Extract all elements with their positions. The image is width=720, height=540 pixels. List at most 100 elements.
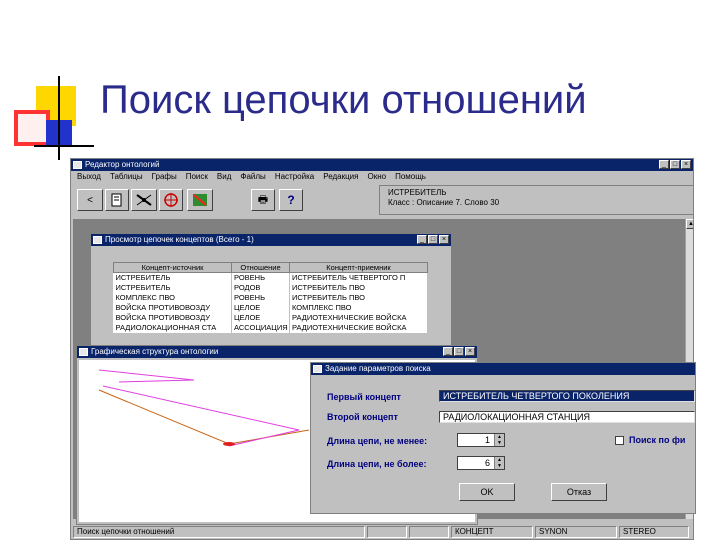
cancel-button[interactable]: Отказ (551, 483, 607, 501)
status-cell-3 (409, 526, 449, 538)
graph-node[interactable] (223, 442, 235, 446)
cell-target: РАДИОТЕХНИЧЕСКИЕ ВОЙСКА (289, 323, 428, 333)
spin-arrows-icon[interactable]: ▲ ▼ (494, 457, 504, 469)
chains-maximize-button[interactable]: □ (428, 235, 438, 244)
menu-item-edit[interactable]: Редакция (323, 171, 358, 183)
chains-minimize-button[interactable]: _ (417, 235, 427, 244)
menu-item-tables[interactable]: Таблицы (110, 171, 143, 183)
table-header-row: Концепт-источник Отношение Концепт-прием… (113, 262, 428, 273)
scroll-up-arrow-icon[interactable]: ▲ (686, 219, 693, 229)
target-icon (164, 193, 178, 207)
back-button[interactable]: < (77, 189, 103, 211)
help-button[interactable]: ? (279, 189, 303, 211)
table-row[interactable]: РАДИОЛОКАЦИОННАЯ СТА АССОЦИАЦИЯ РАДИОТЕХНИ… (113, 323, 428, 333)
chain-search-icon (193, 194, 207, 206)
concept-chains-window: Просмотр цепочек концептов (Всего - 1) _… (90, 233, 452, 351)
graph-window-icon (79, 348, 88, 356)
ok-button[interactable]: OK (459, 483, 515, 501)
status-synon: SYNON (535, 526, 617, 538)
target-button[interactable] (159, 189, 183, 211)
table-row[interactable]: КОМПЛЕКС ПВО РОВЕНЬ ИСТРЕБИТЕЛЬ ПВО (113, 293, 428, 303)
cell-source: ИСТРЕБИТЕЛЬ (113, 283, 232, 293)
graph-edge-lower (98, 389, 310, 445)
app-icon (73, 161, 82, 169)
table-row[interactable]: ВОЙСКА ПРОТИВОВОЗДУ ЦЕЛОЕ КОМПЛЕКС ПВО (113, 303, 428, 313)
menu-bar: Выход Таблицы Графы Поиск Вид Файлы Наст… (71, 171, 693, 183)
max-length-value: 6 (484, 458, 490, 468)
graph-link-button[interactable] (131, 189, 157, 211)
table-row[interactable]: ИСТРЕБИТЕЛЬ РОВЕНЬ ИСТРЕБИТЕЛЬ ЧЕТВЕРТОГО … (113, 272, 428, 283)
first-concept-label: Первый концепт (327, 392, 401, 402)
slide-title: Поиск цепочки отношений (100, 78, 587, 122)
printer-icon: 🖶 (257, 193, 269, 206)
info-concept-details: Класс : Описание 7. Слово 30 (388, 198, 500, 207)
search-parameters-dialog: Задание параметров поиска Первый концепт… (310, 362, 696, 514)
cell-relation: РОДОВ (231, 283, 290, 293)
min-length-stepper[interactable]: 1 ▲ ▼ (457, 433, 505, 447)
cell-relation: ЦЕЛОЕ (231, 313, 290, 323)
first-concept-field[interactable]: ИСТРЕБИТЕЛЬ ЧЕТВЕРТОГО ПОКОЛЕНИЯ (439, 390, 695, 402)
graph-link-icon (136, 194, 152, 206)
cell-target: ИСТРЕБИТЕЛЬ ЧЕТВЕРТОГО П (289, 272, 428, 283)
back-arrow-icon: < (87, 194, 93, 206)
cell-source: ИСТРЕБИТЕЛЬ (113, 272, 232, 283)
spin-arrows-icon[interactable]: ▲ ▼ (494, 434, 504, 446)
menu-item-settings[interactable]: Настройка (275, 171, 314, 183)
graph-titlebar: Графическая структура онтологии _ □ × (77, 346, 477, 358)
main-titlebar: Редактор онтологий _ □ × (71, 159, 693, 171)
dialog-titlebar: Задание параметров поиска (311, 363, 695, 375)
status-concept: КОНЦЕПТ (451, 526, 533, 538)
second-concept-label: Второй концепт (327, 412, 398, 422)
max-length-label: Длина цепи, не более: (327, 459, 427, 469)
col-source-concept[interactable]: Концепт-источник (113, 262, 232, 273)
col-target-concept[interactable]: Концепт-приемник (289, 262, 428, 273)
search-checkbox[interactable] (615, 436, 624, 445)
cell-target: РАДИОТЕХНИЧЕСКИЕ ВОЙСКА (289, 313, 428, 323)
menu-item-view[interactable]: Вид (217, 171, 231, 183)
close-button[interactable]: × (681, 160, 691, 169)
dialog-title: Задание параметров поиска (325, 364, 431, 373)
cell-source: КОМПЛЕКС ПВО (113, 293, 232, 303)
question-icon: ? (287, 193, 295, 207)
status-cell-2 (367, 526, 407, 538)
main-window-title: Редактор онтологий (85, 160, 160, 169)
graph-maximize-button[interactable]: □ (454, 347, 464, 356)
decor-red-square (14, 110, 50, 146)
cell-source: ВОЙСКА ПРОТИВОВОЗДУ (113, 313, 232, 323)
decor-horizontal-line (34, 145, 94, 147)
chains-titlebar: Просмотр цепочек концептов (Всего - 1) _… (91, 234, 451, 246)
graph-minimize-button[interactable]: _ (443, 347, 453, 356)
menu-item-exit[interactable]: Выход (77, 171, 101, 183)
menu-item-window[interactable]: Окно (367, 171, 386, 183)
concept-info-panel: ИСТРЕБИТЕЛЬ Класс : Описание 7. Слово 30 (379, 185, 693, 215)
graph-close-button[interactable]: × (465, 347, 475, 356)
table-row[interactable]: ВОЙСКА ПРОТИВОВОЗДУ ЦЕЛОЕ РАДИОТЕХНИЧЕСКИЕ… (113, 313, 428, 323)
concept-chains-table: Концепт-источник Отношение Концепт-прием… (113, 262, 428, 333)
dialog-icon (313, 365, 322, 373)
second-concept-field[interactable]: РАДИОЛОКАЦИОННАЯ СТАНЦИЯ (439, 411, 695, 423)
print-button[interactable]: 🖶 (251, 189, 275, 211)
status-message: Поиск цепочки отношений (73, 526, 365, 538)
minimize-button[interactable]: _ (659, 160, 669, 169)
open-document-button[interactable] (105, 189, 129, 211)
maximize-button[interactable]: □ (670, 160, 680, 169)
max-length-stepper[interactable]: 6 ▲ ▼ (457, 456, 505, 470)
col-relation[interactable]: Отношение (231, 262, 290, 273)
decor-vertical-line (58, 76, 60, 160)
graph-edge-long (102, 385, 300, 447)
info-concept-name: ИСТРЕБИТЕЛЬ (388, 188, 447, 197)
menu-item-graphs[interactable]: Графы (152, 171, 177, 183)
table-row[interactable]: ИСТРЕБИТЕЛЬ РОДОВ ИСТРЕБИТЕЛЬ ПВО (113, 283, 428, 293)
menu-item-files[interactable]: Файлы (240, 171, 265, 183)
chains-close-button[interactable]: × (439, 235, 449, 244)
document-icon (111, 193, 122, 207)
menu-item-help[interactable]: Помощь (395, 171, 426, 183)
cell-relation: РОВЕНЬ (231, 272, 290, 283)
chain-search-button[interactable] (187, 189, 213, 211)
status-bar: Поиск цепочки отношений КОНЦЕПТ SYNON ST… (71, 525, 693, 539)
cell-target: КОМПЛЕКС ПВО (289, 303, 428, 313)
cell-relation: РОВЕНЬ (231, 293, 290, 303)
cell-relation: АССОЦИАЦИЯ (231, 323, 290, 333)
menu-item-search[interactable]: Поиск (186, 171, 208, 183)
graph-edge-upper (98, 369, 195, 383)
